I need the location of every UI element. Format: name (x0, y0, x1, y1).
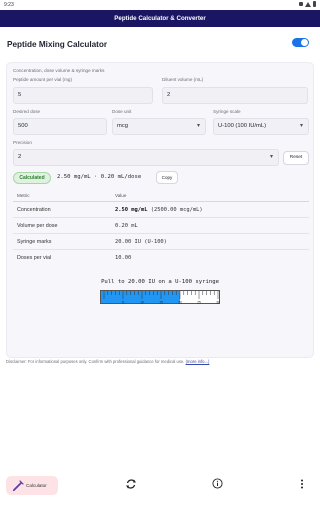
header-metric: Metric (17, 193, 30, 198)
app-bar: Peptide Calculator & Converter (0, 10, 320, 27)
convert-icon[interactable] (125, 478, 137, 490)
table-row: Syringe marks 20.00 IU (U-100) (13, 234, 309, 250)
calculated-chip: Calculated (13, 172, 51, 184)
syringe-tick-label: 20 (178, 301, 182, 305)
row-value: 0.20 mL (115, 223, 138, 229)
peptide-amount-input[interactable]: 5 (13, 87, 153, 104)
row-metric: Volume per dose (17, 223, 58, 229)
result-table: Metric Value Concentration 2.50 mg/mL (2… (13, 190, 309, 266)
row-value-main: 2.50 mg/mL (115, 207, 148, 213)
page-title: Peptide Mixing Calculator (7, 40, 108, 49)
dose-unit-label: Dose unit (112, 109, 132, 114)
diluent-volume-label: Diluent volume (mL) (162, 77, 204, 82)
app-title: Peptide Calculator & Converter (114, 15, 206, 22)
row-value: 2.50 mg/mL (2500.00 mcg/mL) (115, 207, 203, 213)
nav-calculator-label: Calculator (26, 483, 47, 488)
chevron-down-icon: ▾ (269, 154, 273, 160)
dose-unit-select[interactable]: mcg ▾ (112, 118, 206, 135)
peptide-amount-label: Peptide amount per vial (mg) (13, 77, 72, 82)
notification-icon (299, 2, 303, 6)
copy-button[interactable]: Copy (156, 171, 178, 184)
diluent-volume-input[interactable]: 2 (162, 87, 308, 104)
status-bar: 9:23 (0, 0, 320, 10)
syringe-caption: Pull to 20.00 IU on a U-100 syringe (101, 279, 219, 285)
desired-dose-input[interactable]: 500 (13, 118, 107, 135)
chevron-down-icon: ▾ (299, 123, 303, 129)
disclaimer: Disclaimer: For informational purposes o… (6, 359, 209, 364)
table-row: Volume per dose 0.20 mL (13, 218, 309, 234)
disclaimer-text: Disclaimer: For informational purposes o… (6, 359, 185, 364)
row-metric: Concentration (17, 207, 51, 213)
status-time: 9:23 (4, 2, 14, 8)
syringe-scale-select[interactable]: U-100 (100 IU/mL) ▾ (213, 118, 309, 135)
precision-select[interactable]: 2 ▾ (13, 149, 279, 166)
nav-calculator[interactable]: Calculator (6, 476, 58, 495)
row-metric: Doses per vial (17, 255, 52, 261)
desired-dose-label: Desired dose (13, 109, 41, 114)
syringe-gauge: 5 10 15 20 25 30 (100, 290, 220, 305)
syringe-icon (12, 480, 24, 492)
table-row: Concentration 2.50 mg/mL (2500.00 mcg/mL… (13, 202, 309, 218)
chevron-down-icon: ▾ (196, 123, 200, 129)
row-metric: Syringe marks (17, 239, 52, 245)
reset-button[interactable]: Reset (283, 151, 309, 165)
dose-unit-value: mcg (117, 123, 128, 129)
syringe-tick-label: 25 (197, 301, 201, 305)
info-icon[interactable] (212, 478, 223, 489)
syringe-scale-value: U-100 (100 IU/mL) (218, 123, 267, 129)
mode-toggle[interactable] (292, 38, 309, 47)
row-value: 20.00 IU (U-100) (115, 239, 167, 245)
toggle-knob (301, 39, 308, 46)
precision-label: Precision (13, 140, 32, 145)
row-value: 10.00 (115, 255, 132, 261)
syringe-scale-label: Syringe scale (213, 109, 241, 114)
section-label: Concentration, dose volume & syringe mar… (13, 68, 105, 73)
signal-icon (305, 1, 311, 7)
calc-summary: 2.50 mg/mL · 0.20 mL/dose (57, 174, 142, 180)
more-info-link[interactable]: (more info...) (186, 359, 210, 364)
syringe-tick-label: 15 (159, 301, 163, 305)
table-header: Metric Value (13, 190, 309, 202)
syringe-ticks: 5 10 15 20 25 30 (103, 291, 220, 305)
status-icons (299, 1, 316, 7)
syringe-tick-label: 10 (140, 301, 144, 305)
precision-value: 2 (18, 154, 22, 160)
battery-icon (313, 1, 316, 7)
row-value-extra: (2500.00 mcg/mL) (147, 207, 203, 213)
syringe-tick-label: 5 (122, 301, 124, 305)
bottom-nav: Calculator (0, 468, 320, 502)
syringe-tick-label: 30 (216, 301, 220, 305)
more-vert-icon[interactable] (299, 478, 305, 490)
header-value: Value (115, 193, 127, 198)
table-row: Doses per vial 10.00 (13, 250, 309, 266)
